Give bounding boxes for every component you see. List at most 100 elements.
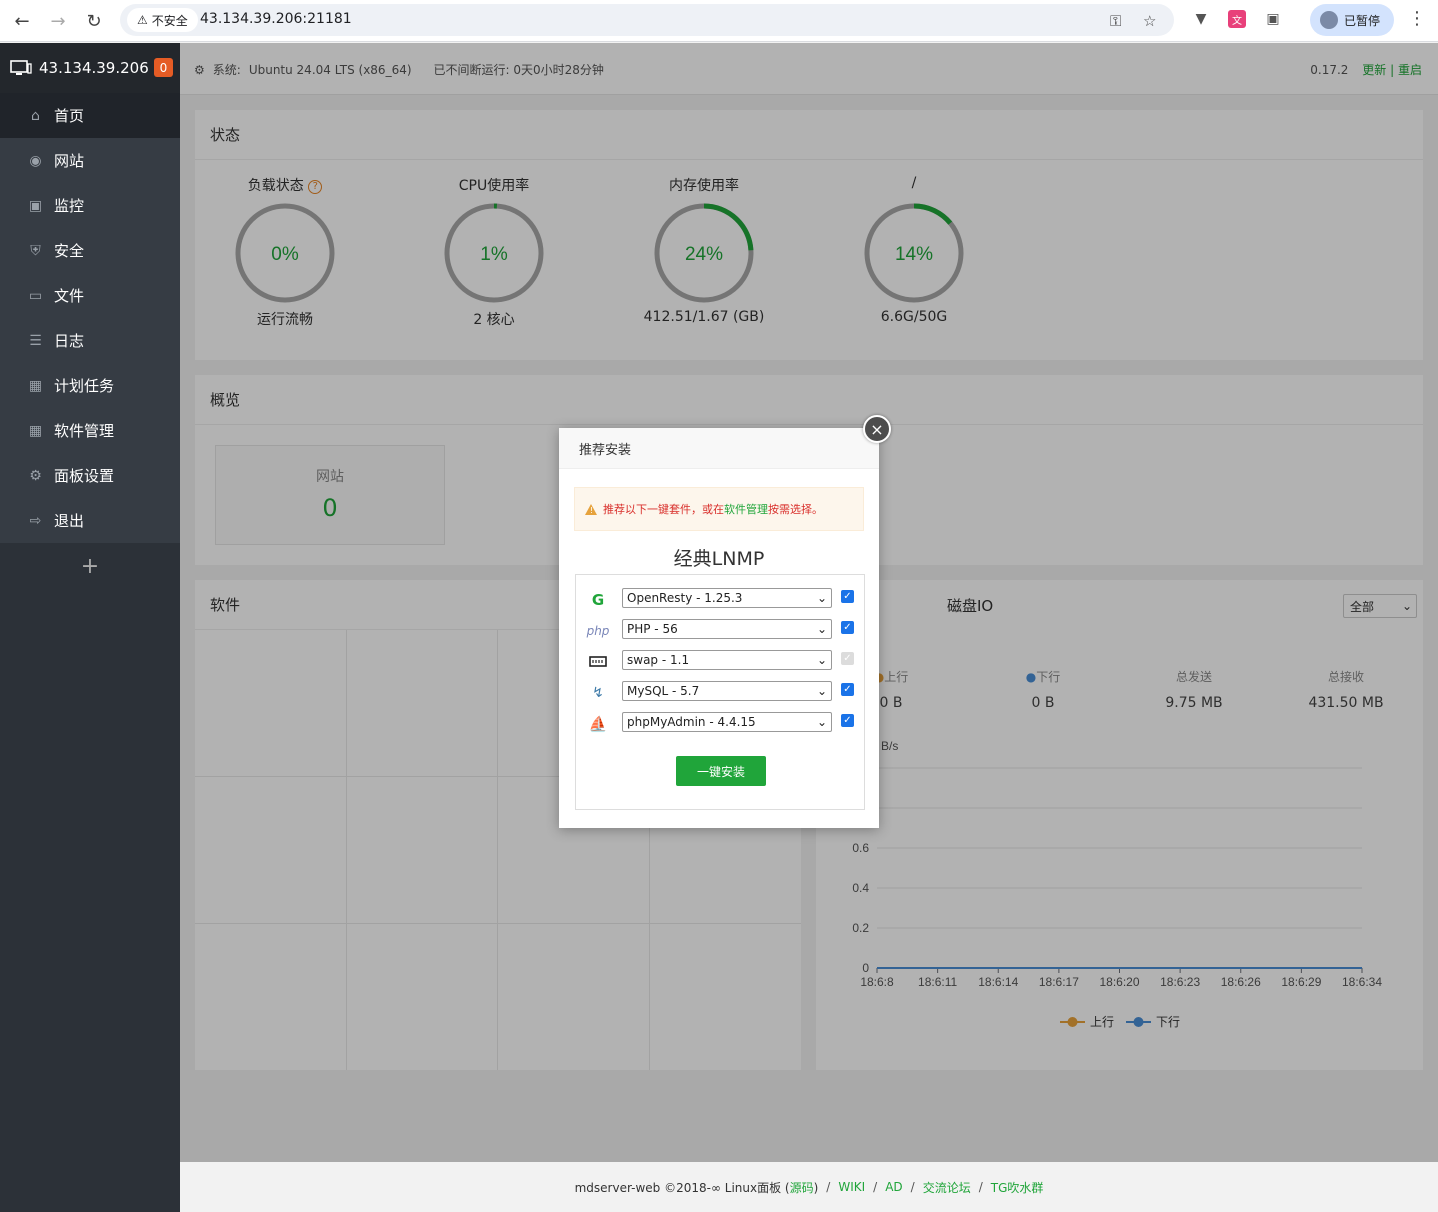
sidebar-item-label: 计划任务 — [54, 377, 115, 395]
mysql-icon: ↯ — [592, 685, 604, 701]
warning-icon: ! — [585, 503, 597, 515]
install-checkbox[interactable]: ✓ — [841, 714, 854, 727]
reload-icon[interactable]: ↻ — [82, 9, 106, 33]
chevron-down-icon: ⌄ — [816, 591, 827, 605]
gear-icon: ⚙ — [29, 467, 42, 484]
chevron-down-icon: ⌄ — [816, 622, 827, 636]
swap-icon — [586, 652, 610, 672]
version-value: swap - 1.1 — [627, 653, 690, 667]
sidebar-item-label: 软件管理 — [54, 422, 115, 440]
footer-separator: / — [826, 1180, 831, 1194]
version-select[interactable]: MySQL - 5.7 ⌄ — [622, 681, 832, 701]
sidebar-item-cron[interactable]: ▦ 计划任务 — [0, 363, 180, 408]
suite-item: ↯ MySQL - 5.7 ⌄ ✓ — [576, 681, 866, 705]
back-icon[interactable]: ← — [10, 9, 34, 33]
recommend-install-dialog: 推荐安装 ! 推荐以下一键套件，或在软件管理按需选择。 经典LNMP G Ope… — [559, 428, 879, 828]
extension-v-icon[interactable]: ▼ — [1192, 10, 1210, 28]
sidebar-item-security[interactable]: ⛨ 安全 — [0, 228, 180, 273]
version-value: PHP - 56 — [627, 622, 678, 636]
software-manage-link[interactable]: 软件管理 — [724, 503, 768, 516]
footer-separator: / — [978, 1180, 983, 1194]
key-icon[interactable]: ⚿ — [1110, 12, 1121, 30]
suite-item: ⛵ phpMyAdmin - 4.4.15 ⌄ ✓ — [576, 712, 866, 736]
version-select[interactable]: swap - 1.1 ⌄ — [622, 650, 832, 670]
version-value: MySQL - 5.7 — [627, 684, 700, 698]
suite-item: php PHP - 56 ⌄ ✓ — [576, 619, 866, 643]
version-select[interactable]: PHP - 56 ⌄ — [622, 619, 832, 639]
notification-badge[interactable]: 0 — [154, 58, 173, 77]
tg-group-link[interactable]: TG吹水群 — [991, 1179, 1044, 1196]
home-icon: ⌂ — [31, 107, 40, 124]
ad-link[interactable]: AD — [885, 1180, 902, 1194]
chevron-down-icon: ⌄ — [816, 684, 827, 698]
forum-link[interactable]: 交流论坛 — [923, 1179, 971, 1196]
version-value: phpMyAdmin - 4.4.15 — [627, 715, 756, 729]
puzzle-icon[interactable]: ▣ — [1264, 10, 1282, 28]
profile-label: 已暂停 — [1344, 13, 1381, 28]
log-icon: ☰ — [29, 332, 42, 349]
version-value: OpenResty - 1.25.3 — [627, 591, 743, 605]
browser-toolbar: ← → ↻ ⚠ 不安全 43.134.39.206:21181 ⚿ ☆ ▼ 文 … — [0, 0, 1438, 42]
alert-text: 按需选择。 — [768, 503, 823, 516]
sidebar-item-software[interactable]: ▦ 软件管理 — [0, 408, 180, 453]
sidebar-item-logs[interactable]: ☰ 日志 — [0, 318, 180, 363]
close-icon[interactable]: × — [863, 415, 891, 443]
install-checkbox-disabled: ✓ — [841, 652, 854, 665]
alert-text: 推荐以下一键套件，或在 — [603, 503, 724, 516]
star-icon[interactable]: ☆ — [1143, 12, 1156, 30]
install-checkbox[interactable]: ✓ — [841, 621, 854, 634]
sidebar-item-label: 面板设置 — [54, 467, 115, 485]
sidebar-item-label: 安全 — [54, 242, 85, 260]
sidebar: 43.134.39.206 0 ⌂ 首页 ◉ 网站 ▣ 监控 ⛨ 安全 ▭ 文件 ☰ 日志 … — [0, 43, 180, 1212]
sidebar-item-home[interactable]: ⌂ 首页 — [0, 93, 180, 138]
sidebar-item-label: 监控 — [54, 197, 85, 215]
sidebar-item-label: 退出 — [54, 512, 85, 530]
suite-list: G OpenResty - 1.25.3 ⌄ ✓ php PHP - 56 ⌄ ✓ … — [575, 574, 865, 810]
insecure-chip[interactable]: ⚠ 不安全 — [127, 8, 198, 32]
url-text[interactable]: 43.134.39.206:21181 — [200, 11, 352, 27]
more-menu-icon[interactable]: ⋮ — [1408, 8, 1426, 29]
sidebar-item-label: 日志 — [54, 332, 85, 350]
footer-separator: / — [910, 1180, 915, 1194]
sidebar-item-label: 文件 — [54, 287, 85, 305]
warning-icon: ⚠ — [137, 13, 148, 27]
footer-paren: ) — [813, 1180, 819, 1195]
version-select[interactable]: OpenResty - 1.25.3 ⌄ — [622, 588, 832, 608]
install-checkbox[interactable]: ✓ — [841, 683, 854, 696]
add-shortcut-button[interactable]: + — [0, 543, 180, 589]
recommend-alert: ! 推荐以下一键套件，或在软件管理按需选择。 — [574, 487, 864, 531]
calendar-icon: ▦ — [28, 377, 43, 394]
suite-item: G OpenResty - 1.25.3 ⌄ ✓ — [576, 588, 866, 612]
sidebar-item-sites[interactable]: ◉ 网站 — [0, 138, 180, 183]
footer-separator: / — [873, 1180, 878, 1194]
wiki-link[interactable]: WIKI — [838, 1180, 865, 1194]
shield-icon: ⛨ — [30, 242, 41, 259]
sidebar-item-logout[interactable]: ⇨ 退出 — [0, 498, 180, 543]
suite-title: 经典LNMP — [673, 548, 765, 570]
sidebar-item-settings[interactable]: ⚙ 面板设置 — [0, 453, 180, 498]
footer: mdserver-web ©2018-∞ Linux面板 (源码) / WIKI… — [180, 1162, 1438, 1212]
profile-button[interactable]: 已暂停 — [1310, 4, 1394, 36]
forward-icon[interactable]: → — [46, 9, 70, 33]
source-link[interactable]: 源码 — [790, 1181, 814, 1195]
address-bar[interactable]: ⚠ 不安全 43.134.39.206:21181 ⚿ ☆ — [120, 4, 1174, 36]
globe-icon: ◉ — [29, 152, 42, 169]
insecure-label: 不安全 — [151, 13, 188, 28]
grid-icon: ▦ — [28, 422, 43, 439]
monitor-icon: ▣ — [28, 197, 43, 214]
server-brand: 43.134.39.206 0 — [0, 43, 180, 93]
sidebar-item-monitor[interactable]: ▣ 监控 — [0, 183, 180, 228]
openresty-icon: G — [591, 591, 605, 609]
one-click-install-button[interactable]: 一键安装 — [676, 756, 766, 786]
suite-item: swap - 1.1 ⌄ ✓ — [576, 650, 866, 674]
phpmyadmin-icon: ⛵ — [588, 715, 608, 733]
install-checkbox[interactable]: ✓ — [841, 590, 854, 603]
dialog-title: 推荐安装 — [559, 428, 879, 469]
sidebar-item-files[interactable]: ▭ 文件 — [0, 273, 180, 318]
version-select[interactable]: phpMyAdmin - 4.4.15 ⌄ — [622, 712, 832, 732]
translate-extension-icon[interactable]: 文 — [1228, 10, 1246, 28]
monitor-icon — [10, 60, 32, 75]
footer-copyright: mdserver-web ©2018-∞ Linux面板 ( — [574, 1180, 790, 1195]
logout-icon: ⇨ — [29, 512, 42, 529]
avatar — [1320, 11, 1338, 29]
